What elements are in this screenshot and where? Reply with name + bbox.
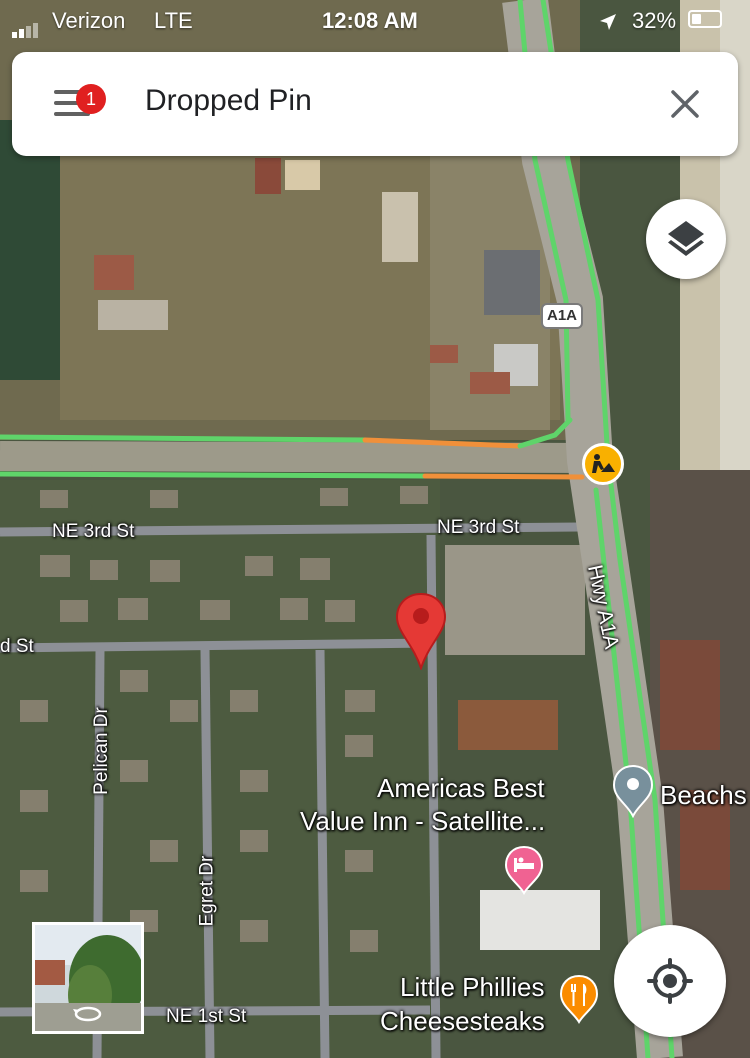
fork-knife-icon[interactable]	[559, 974, 599, 1024]
place-label-beach[interactable]: Beachs	[660, 780, 747, 811]
bed-icon[interactable]	[504, 845, 544, 895]
layers-icon	[668, 221, 704, 256]
street-label-ne-3rd-st-east: NE 3rd St	[437, 517, 520, 538]
status-bar: Verizon LTE 12:08 AM 32%	[0, 0, 750, 44]
construction-worker-icon[interactable]	[582, 443, 624, 485]
dropped-pin-icon[interactable]	[395, 592, 447, 670]
street-label-ne-1st-st: NE 1st St	[166, 1006, 247, 1027]
street-view-thumbnail[interactable]	[32, 922, 144, 1034]
place-label-restaurant-line2[interactable]: Cheesesteaks	[380, 1006, 545, 1037]
notification-badge: 1	[76, 84, 106, 114]
rotate-360-icon	[73, 1006, 102, 1022]
location-arrow-icon	[600, 14, 616, 30]
my-location-icon	[647, 958, 693, 1004]
close-icon[interactable]	[667, 86, 703, 122]
search-bar[interactable]: 1 Dropped Pin	[12, 52, 738, 156]
my-location-button[interactable]	[614, 925, 726, 1037]
place-label-hotel-line2[interactable]: Value Inn - Satellite...	[300, 806, 545, 836]
clock: 12:08 AM	[322, 8, 418, 33]
place-label-hotel-line1[interactable]: Americas Best	[377, 773, 545, 803]
layers-button[interactable]	[646, 199, 726, 279]
street-label-ne-3rd-st-west: NE 3rd St	[52, 521, 135, 542]
street-label-d-st: d St	[0, 636, 34, 657]
highway-shield-a1a: A1A	[541, 303, 583, 329]
search-title[interactable]: Dropped Pin	[145, 84, 312, 118]
street-label-pelican-dr: Pelican Dr	[90, 707, 112, 795]
battery-icon	[688, 10, 722, 28]
signal-strength-icon	[12, 12, 40, 38]
network-type: LTE	[154, 8, 193, 33]
place-label-restaurant-line1[interactable]: Little Phillies	[400, 972, 545, 1003]
street-label-egret-dr: Egret Dr	[196, 855, 218, 927]
place-pin-icon[interactable]	[612, 764, 654, 818]
carrier-name: Verizon	[52, 8, 126, 33]
battery-percent: 32%	[632, 8, 677, 33]
satellite-map[interactable]: NE 3rd St NE 3rd St d St Hwy A1A Pelican…	[0, 0, 750, 1058]
